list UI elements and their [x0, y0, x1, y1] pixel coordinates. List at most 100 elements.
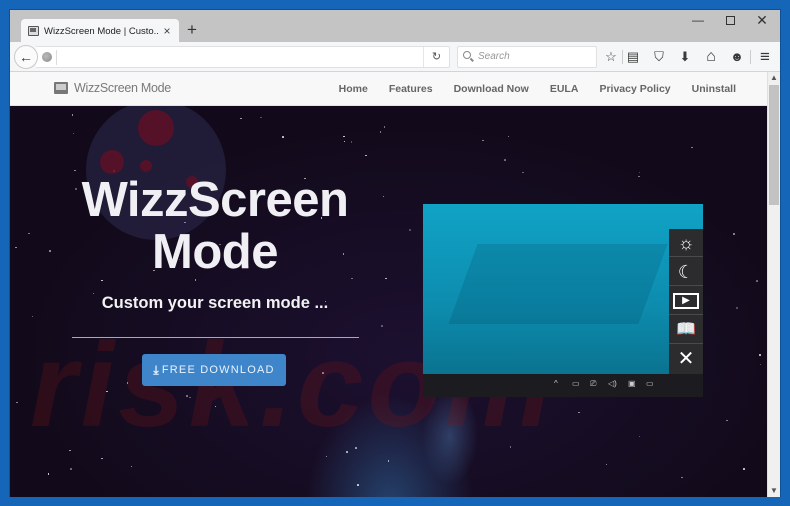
- star: [15, 246, 17, 249]
- reload-button[interactable]: ↻: [423, 47, 449, 67]
- star: [343, 135, 345, 137]
- nav-features[interactable]: Features: [389, 83, 433, 95]
- globe-icon: [42, 52, 52, 62]
- star: [101, 457, 103, 459]
- star: [578, 411, 580, 414]
- tray-battery-icon: ▭: [572, 379, 580, 388]
- site-brand[interactable]: WizzScreen Mode: [54, 81, 171, 95]
- nav-eula[interactable]: EULA: [550, 83, 579, 95]
- star: [101, 279, 103, 282]
- star: [638, 171, 641, 174]
- star: [482, 139, 484, 142]
- close-window-button[interactable]: ✕: [746, 10, 778, 32]
- star: [325, 455, 328, 458]
- hero-subtitle: Custom your screen mode ...: [101, 294, 329, 312]
- star: [365, 154, 367, 157]
- star: [194, 279, 197, 281]
- star: [47, 473, 50, 475]
- pocket-icon[interactable]: ⛉: [650, 48, 668, 66]
- back-button[interactable]: ←: [14, 45, 38, 69]
- star: [759, 354, 761, 356]
- maximize-icon: [725, 16, 735, 26]
- search-placeholder: Search: [478, 51, 510, 62]
- star: [743, 468, 745, 470]
- tab-title: WizzScreen Mode | Custo...: [44, 25, 159, 37]
- star: [387, 460, 390, 462]
- tray-keyboard-icon: ▭: [646, 379, 654, 388]
- maximize-button[interactable]: [714, 10, 746, 32]
- star: [385, 277, 387, 280]
- star: [357, 484, 359, 486]
- brightness-icon[interactable]: ☼: [669, 229, 703, 257]
- tray-notification-icon: ▣: [628, 379, 636, 388]
- nav-home[interactable]: Home: [339, 83, 368, 95]
- star: [350, 141, 353, 143]
- star: [681, 476, 683, 479]
- app-preview: ☼ ☾ ▶ 📖 ✕ ^ ▭ ⎚ ◁) ▣ ▭: [423, 204, 703, 397]
- star: [240, 117, 242, 120]
- star: [759, 363, 762, 366]
- nav-uninstall[interactable]: Uninstall: [692, 83, 736, 95]
- tab-bar: WizzScreen Mode | Custo... × + — ✕: [10, 10, 780, 43]
- reading-list-icon[interactable]: ▤: [624, 48, 642, 66]
- video-mode-icon[interactable]: ▶: [669, 287, 703, 315]
- star: [72, 132, 75, 135]
- toolbar-separator: [750, 50, 751, 64]
- star: [522, 171, 524, 174]
- browser-window: WizzScreen Mode | Custo... × + — ✕ ↻ ← S…: [9, 9, 781, 497]
- menu-icon[interactable]: ≡: [756, 48, 774, 66]
- mode-side-panel: ☼ ☾ ▶ 📖 ✕: [669, 229, 703, 374]
- nav-download-now[interactable]: Download Now: [454, 83, 529, 95]
- search-icon: [463, 51, 471, 59]
- free-download-button[interactable]: ⤓ FREE DOWNLOAD: [142, 354, 286, 386]
- new-tab-button[interactable]: +: [182, 20, 202, 40]
- brand-name: WizzScreen Mode: [74, 81, 171, 95]
- star: [383, 126, 386, 128]
- preview-desktop: [423, 204, 703, 374]
- download-icon[interactable]: ⬇: [676, 48, 694, 66]
- watermark-dot: [138, 110, 174, 146]
- tray-volume-icon: ◁): [608, 379, 617, 388]
- star: [28, 232, 30, 235]
- home-icon[interactable]: ⌂: [702, 48, 720, 66]
- watermark-dot: [100, 150, 124, 174]
- tab-close-icon[interactable]: ×: [159, 24, 175, 38]
- chat-icon[interactable]: ☻: [728, 48, 746, 66]
- watermark-dot: [140, 160, 152, 172]
- star: [691, 146, 693, 149]
- close-panel-icon[interactable]: ✕: [669, 345, 703, 373]
- reading-mode-icon[interactable]: 📖: [669, 316, 703, 344]
- scroll-up-icon[interactable]: ▲: [768, 72, 780, 84]
- tray-chevron-icon: ^: [554, 379, 558, 388]
- scroll-down-icon[interactable]: ▼: [768, 485, 780, 497]
- site-header: WizzScreen Mode Home Features Download N…: [10, 72, 767, 106]
- site-nav: Home Features Download Now EULA Privacy …: [318, 72, 736, 106]
- star: [343, 140, 346, 143]
- page-scrollbar[interactable]: ▲ ▼: [767, 72, 780, 497]
- star: [130, 465, 133, 468]
- night-mode-icon[interactable]: ☾: [669, 258, 703, 286]
- hero-divider: [72, 337, 359, 338]
- search-input[interactable]: Search: [457, 46, 597, 68]
- scroll-thumb[interactable]: [769, 85, 779, 205]
- free-download-label: FREE DOWNLOAD: [161, 364, 275, 376]
- star: [507, 135, 510, 138]
- nav-bar: ↻ ← Search ☆ ▤ ⛉ ⬇ ⌂ ☻ ≡: [10, 42, 780, 72]
- star: [16, 401, 18, 404]
- hero-title-line1: WizzScreen: [81, 173, 349, 227]
- nav-privacy-policy[interactable]: Privacy Policy: [599, 83, 670, 95]
- minimize-button[interactable]: —: [682, 10, 714, 32]
- url-bar[interactable]: ↻: [36, 46, 450, 68]
- favicon-icon: [28, 26, 39, 36]
- star: [379, 131, 382, 133]
- star: [638, 175, 640, 178]
- hero-section: risk.com WizzScreen Mode Custom your scr…: [10, 100, 767, 497]
- tray-network-icon: ⎚: [590, 379, 597, 388]
- star: [736, 307, 738, 309]
- active-tab[interactable]: WizzScreen Mode | Custo... ×: [21, 19, 179, 43]
- star-icon[interactable]: ☆: [602, 48, 620, 66]
- star: [70, 468, 72, 470]
- star: [726, 419, 728, 422]
- star: [638, 435, 641, 438]
- preview-taskbar-tray: ^ ▭ ⎚ ◁) ▣ ▭: [423, 374, 703, 397]
